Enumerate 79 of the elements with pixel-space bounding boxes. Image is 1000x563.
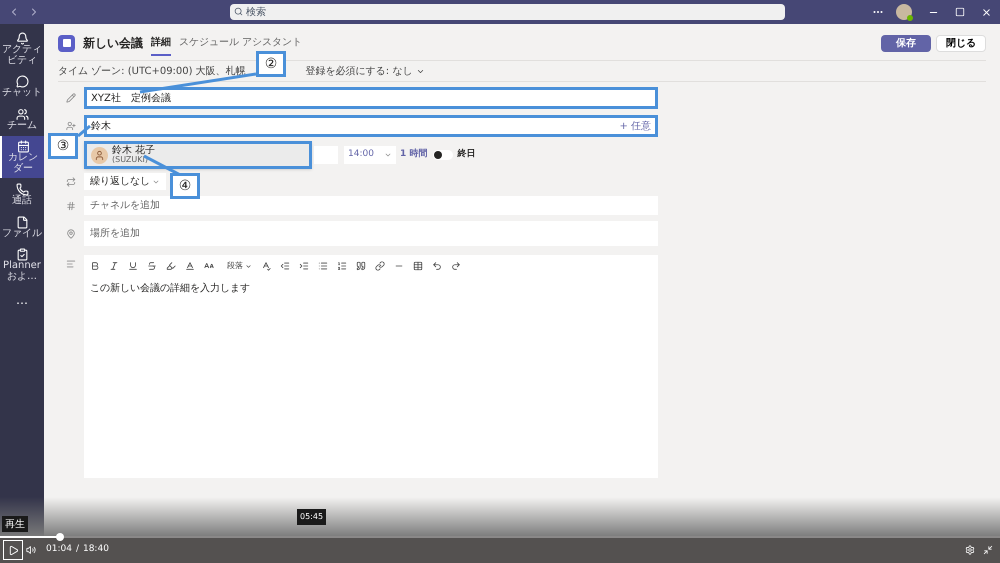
avatar-icon	[91, 146, 108, 164]
registration-dropdown[interactable]: 登録を必須にする: なし	[306, 64, 426, 78]
spellcheck-icon[interactable]	[261, 261, 271, 271]
timezone-label[interactable]: タイム ゾーン: (UTC+09:00) 大阪、札幌	[58, 64, 246, 78]
bullet-list-icon[interactable]	[318, 261, 328, 271]
chat-bubble-icon	[16, 75, 28, 88]
callout-number: ④	[170, 173, 200, 199]
settings-icon[interactable]	[965, 545, 975, 555]
channel-field[interactable]: チャネルを追加	[84, 196, 658, 215]
file-icon	[16, 216, 28, 228]
rail-item[interactable]: カレンダー	[0, 136, 44, 178]
calendar-icon	[16, 140, 30, 153]
clipboard-icon	[16, 248, 28, 261]
callout-number: ②	[256, 51, 286, 77]
collapse-icon[interactable]	[983, 545, 993, 555]
rail-item[interactable]: アクティビティ	[0, 28, 44, 70]
repeat-dropdown[interactable]: 繰り返しなし	[84, 173, 166, 190]
undo-icon[interactable]	[432, 261, 442, 271]
font-color-icon[interactable]	[185, 261, 195, 271]
rail-item[interactable]: Planner およ…	[0, 244, 44, 286]
seek-handle[interactable]	[56, 533, 64, 541]
close-icon[interactable]	[981, 6, 992, 18]
font-size-icon[interactable]	[204, 261, 214, 271]
link-icon[interactable]	[375, 261, 385, 271]
italic-icon[interactable]	[109, 261, 119, 271]
person-name: 鈴木 花子	[112, 146, 156, 156]
bold-icon[interactable]	[90, 261, 100, 271]
tab[interactable]: 詳細	[151, 30, 171, 56]
hover-time-tooltip: 05:45	[297, 509, 326, 525]
total-time: 18:40	[82, 543, 109, 556]
rail-item[interactable]: チーム	[0, 104, 44, 135]
avatar[interactable]	[896, 4, 912, 20]
all-day-toggle[interactable]	[433, 150, 454, 160]
redo-icon[interactable]	[451, 261, 461, 271]
play-icon	[8, 544, 18, 556]
maximize-icon[interactable]	[955, 7, 965, 17]
start-time-dropdown[interactable]: 14:00	[344, 146, 396, 164]
phone-icon	[16, 183, 28, 196]
calendar-app-icon	[58, 34, 75, 52]
strikethrough-icon[interactable]	[147, 261, 157, 271]
date-field[interactable]	[314, 146, 338, 164]
all-day-label: 終日	[457, 148, 476, 162]
details-placeholder: この新しい会議の詳細を入力します	[90, 282, 251, 296]
volume-icon[interactable]	[26, 545, 36, 555]
duration-label: 1 時間	[400, 148, 428, 162]
title-field[interactable]: XYZ社 定例会議	[84, 87, 658, 109]
optional-attendee-link[interactable]: + 任意	[619, 118, 651, 134]
table-icon[interactable]	[413, 261, 423, 271]
play-button[interactable]	[3, 540, 23, 560]
indent-icon[interactable]	[299, 261, 309, 271]
people-icon	[16, 108, 28, 120]
attendees-field[interactable]: 鈴木 + 任意	[84, 115, 658, 137]
numbered-list-icon[interactable]	[337, 261, 347, 271]
more-button[interactable]: …	[0, 287, 44, 313]
outdent-icon[interactable]	[280, 261, 290, 271]
suggestion-item[interactable]: 鈴木 花子 (SUZUKI)	[84, 141, 312, 169]
play-tooltip: 再生	[2, 516, 28, 532]
paragraph-style-dropdown[interactable]: 段落	[227, 260, 252, 272]
person-detail: (SUZUKI)	[112, 156, 149, 164]
callout-number: ③	[48, 133, 78, 159]
page-title: 新しい会議	[83, 35, 143, 52]
rail-item[interactable]: 通話	[0, 179, 44, 210]
rail-item[interactable]: チャット	[0, 71, 44, 102]
search-icon	[234, 7, 243, 16]
current-time: 01:04	[46, 543, 72, 556]
details-editor[interactable]: 段落 この新しい会議の詳細を入力します	[84, 255, 658, 478]
location-field[interactable]: 場所を追加	[84, 221, 658, 246]
save-button[interactable]: 保存	[881, 34, 931, 52]
rail-item[interactable]: ファイル	[0, 212, 44, 243]
search-field[interactable]: 検索	[230, 4, 785, 20]
close-button[interactable]: 閉じる	[936, 34, 986, 52]
chevron-down-icon	[384, 151, 392, 159]
chevron-down-icon	[245, 262, 252, 270]
time-separator: /	[76, 543, 79, 556]
underline-icon[interactable]	[128, 261, 138, 271]
leader-line	[76, 124, 92, 138]
quote-icon[interactable]	[356, 261, 366, 271]
bell-icon	[16, 32, 28, 45]
highlighter-icon[interactable]	[166, 261, 176, 271]
